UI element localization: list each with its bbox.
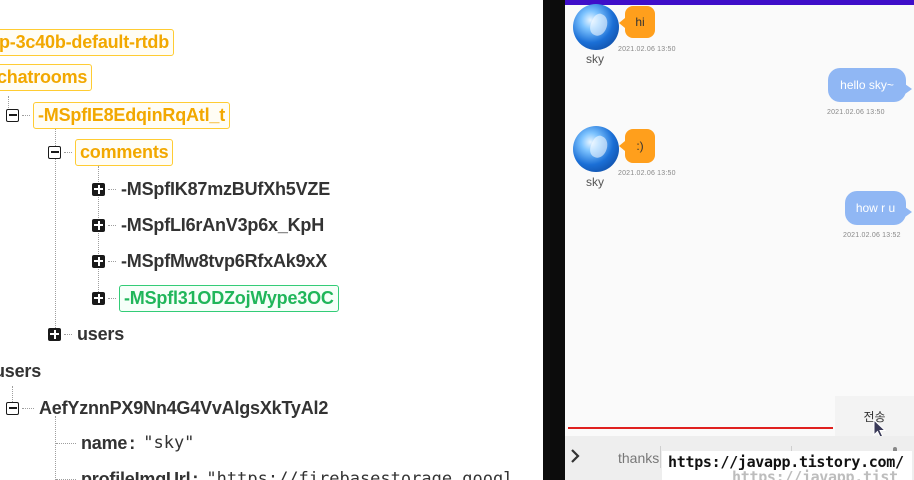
message-timestamp: 2021.02.06 13:50 — [618, 170, 676, 177]
node-key-comment-new[interactable]: -MSpfl31ODZojWype3OC — [119, 284, 339, 312]
field-key[interactable]: name — [79, 433, 129, 454]
node-key-comment[interactable]: -MSpfLI6rAnV3p6x_KpH — [119, 215, 326, 236]
tree-field-name[interactable]: name : "sky" — [56, 428, 194, 458]
tree-node-room-users[interactable]: users — [48, 319, 126, 349]
message-text: how r u — [855, 201, 896, 215]
tree-node-comments[interactable]: comments — [48, 137, 174, 167]
field-colon: : — [192, 468, 199, 480]
node-key-comment[interactable]: -MSpfMw8tvp6RfxAk9xX — [119, 251, 329, 272]
message-text: hello sky~ — [840, 78, 894, 92]
tree-connector — [108, 297, 116, 299]
tree-node-comment[interactable]: -MSpfLI6rAnV3p6x_KpH — [92, 210, 326, 240]
watermark-shadow-text: https://javapp.tist — [732, 468, 898, 480]
field-value[interactable]: "sky" — [143, 433, 194, 453]
tree-connector — [22, 114, 30, 116]
tree-node-room[interactable]: -MSpfIE8EdqinRqAtl_t — [6, 100, 230, 130]
chevron-right-icon[interactable] — [569, 448, 581, 464]
tree-connector — [22, 407, 34, 409]
message-timestamp: 2021.02.06 13:50 — [827, 109, 885, 116]
node-key-comment[interactable]: -MSpfIK87mzBUfXh5VZE — [119, 179, 332, 200]
expand-icon[interactable] — [92, 182, 105, 196]
node-key-user[interactable]: AefYznnPX9Nn4G4VvAlgsXkTyAl2 — [37, 398, 330, 419]
tree-connector — [108, 188, 116, 190]
node-key-room[interactable]: -MSpfIE8EdqinRqAtl_t — [33, 101, 230, 129]
message-bubble-incoming[interactable]: hi — [619, 6, 655, 38]
watermark: https://javapp.tistory.com/ https://java… — [662, 451, 912, 480]
tree-connector — [108, 260, 116, 262]
window-divider — [543, 0, 565, 480]
collapse-icon[interactable] — [48, 145, 61, 159]
collapse-icon[interactable] — [6, 401, 19, 415]
tree-connector — [56, 442, 76, 444]
tree-connector — [108, 224, 116, 226]
sender-name: sky — [586, 175, 604, 189]
message-timestamp: 2021.02.06 13:52 — [843, 232, 901, 239]
tree-node-comment[interactable]: -MSpfMw8tvp6RfxAk9xX — [92, 246, 329, 276]
message-text: :) — [636, 139, 644, 153]
tree-node-users[interactable]: users — [0, 356, 43, 386]
tree-node-root[interactable]: p-3c40b-default-rtdb — [0, 27, 175, 57]
tree-connector — [64, 333, 72, 335]
tree-node-comment-new[interactable]: -MSpfl31ODZojWype3OC — [92, 283, 339, 313]
sender-name: sky — [586, 52, 604, 66]
expand-icon[interactable] — [92, 254, 105, 268]
tree-connector — [64, 151, 72, 153]
tree-node-chatrooms[interactable]: chatrooms — [0, 62, 93, 92]
node-key-users[interactable]: users — [0, 361, 43, 382]
node-key-chatrooms[interactable]: chatrooms — [0, 63, 93, 91]
tree-field-profile[interactable]: profileImgUrl : "https://firebasestorage… — [56, 464, 513, 480]
field-colon: : — [129, 432, 136, 453]
field-key[interactable]: profileImgUrl — [79, 469, 192, 480]
expand-icon[interactable] — [48, 327, 61, 341]
message-text: hi — [635, 15, 645, 29]
message-bubble-outgoing[interactable]: hello sky~ — [828, 68, 912, 102]
node-key-room-users[interactable]: users — [75, 324, 126, 345]
tree-node-user[interactable]: AefYznnPX9Nn4G4VvAlgsXkTyAl2 — [6, 393, 330, 423]
app-bar — [565, 0, 914, 5]
message-input-underline[interactable] — [568, 427, 833, 429]
tree-node-comment[interactable]: -MSpfIK87mzBUfXh5VZE — [92, 174, 332, 204]
expand-icon[interactable] — [92, 218, 105, 232]
tree-connector — [56, 478, 76, 480]
keyboard-suggestion[interactable]: thanks — [618, 450, 659, 466]
message-timestamp: 2021.02.06 13:50 — [618, 46, 676, 53]
avatar[interactable] — [573, 4, 619, 50]
field-value[interactable]: "https://firebasestorage.googl — [206, 469, 513, 480]
message-bubble-incoming[interactable]: :) — [619, 129, 655, 163]
avatar[interactable] — [573, 126, 619, 172]
database-tree: p-3c40b-default-rtdb chatrooms -MSpfIE8E… — [0, 0, 543, 480]
chat-screen: sky hi 2021.02.06 13:50 hello sky~ 2021.… — [565, 0, 914, 480]
collapse-icon[interactable] — [6, 108, 19, 122]
message-bubble-outgoing[interactable]: how r u — [845, 191, 912, 225]
expand-icon[interactable] — [92, 291, 105, 305]
node-key-comments[interactable]: comments — [75, 138, 174, 166]
suggestion-separator — [660, 446, 661, 468]
node-key-root[interactable]: p-3c40b-default-rtdb — [0, 28, 175, 56]
